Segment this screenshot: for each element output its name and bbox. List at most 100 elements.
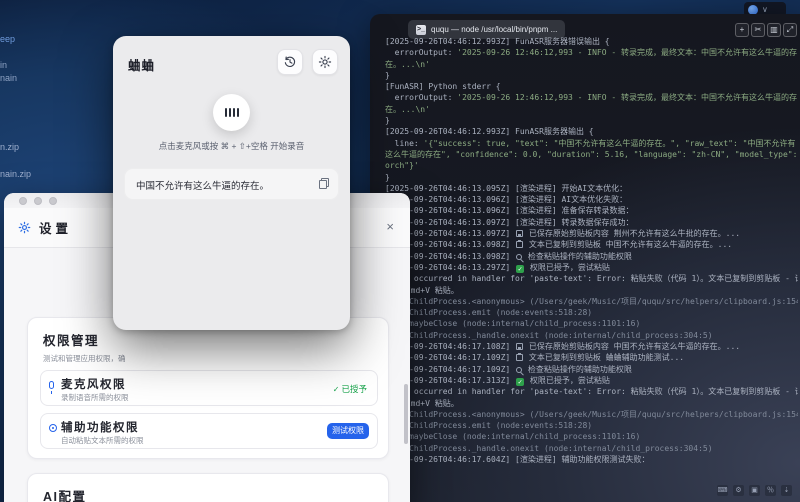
terminal-log-line: } <box>385 70 390 80</box>
terminal-window: >_ ququ — node /usr/local/bin/pnpm ... +… <box>370 14 800 502</box>
desktop-text-fragment: in <box>0 60 8 70</box>
check-icon: ✓ <box>332 385 340 394</box>
terminal-log-line: [2025-09-26T04:46:13.297Z] 权限已授予，尝试粘贴 <box>385 262 798 273</box>
terminal-log-line: at ChildProcess.<anonymous> (/Users/geek… <box>385 409 798 419</box>
terminal-log-line: [FunASR] Python stderr { <box>385 82 501 92</box>
permissions-title: 权限管理 <box>43 334 100 348</box>
test-permission-button[interactable]: 测试权限 <box>327 423 369 439</box>
permission-row-title: 麦克风权限 <box>61 379 126 391</box>
chk-emoji-icon <box>516 377 525 386</box>
desktop: eep in nain n.zip nain.zip ∨ >_ ququ — node … <box>0 0 800 502</box>
terminal-log-line: Error occurred in handler for 'paste-tex… <box>385 274 798 284</box>
terminal-log-line: at ChildProcess._handle.onexit (node:int… <box>385 330 713 340</box>
history-icon <box>284 56 296 68</box>
chk-emoji-icon <box>516 264 525 273</box>
terminal-log-line: [2025-09-26T04:46:13.098Z] 文本已复制到剪贴板 中国不… <box>385 240 733 250</box>
terminal-log-line: orch"}' <box>385 161 419 171</box>
terminal-log-line: at ChildProcess.emit (node:events:518:28… <box>385 421 593 431</box>
accessibility-icon <box>49 424 57 432</box>
blue-status-circle-icon <box>748 4 758 15</box>
permissions-card: 权限管理 测试和管理应用权限，确 麦克风权限 录制语音所需的权限 ✓ 已授予 辅助… <box>27 317 389 459</box>
settings-button[interactable] <box>312 49 338 75</box>
terminal-log-line: [2025-09-26T04:46:13.098Z] 检查粘贴操作的辅助功能权限 <box>385 251 632 261</box>
terminal-log-line: [2025-09-26T04:46:12.993Z] FunASR服务器输出 { <box>385 127 594 137</box>
granted-status-badge: ✓ 已授予 <box>332 384 367 394</box>
clip-emoji-icon <box>516 353 524 362</box>
zoom-traffic-light[interactable] <box>49 196 57 205</box>
terminal-log-line: [2025-09-26T04:46:17.108Z] 已保存原始剪贴板内容 中国… <box>385 342 741 352</box>
terminal-log-line: 这么牛逼的存在", "confidence": 0.0, "duration":… <box>385 149 798 159</box>
terminal-log-line: [2025-09-26T04:46:13.095Z] [渲染进程] 开始AI文本… <box>385 183 628 193</box>
ai-config-card: AI配置 配置AI模型以优化和增强语音识别结果。如果API Key无效或未填写，… <box>27 473 389 502</box>
terminal-log-line: line: '{"success": true, "text": "中国不允许有… <box>385 138 796 148</box>
record-button[interactable] <box>213 94 250 131</box>
permission-row-title: 辅助功能权限 <box>61 422 139 434</box>
terminal-log-line: [2025-09-26T04:46:12.993Z] FunASR服务器错误输出… <box>385 37 610 46</box>
expand-button[interactable]: ⤢ <box>783 23 797 37</box>
terminal-log-line: 在。...\n' <box>385 104 430 114</box>
terminal-log-line: [2025-09-26T04:46:13.096Z] [渲染进程] AI文本优化… <box>385 195 628 205</box>
settings-title: 设置 <box>39 222 73 236</box>
permission-row-subtitle: 录制语音所需的权限 <box>61 393 129 402</box>
terminal-log-line: at ChildProcess.emit (node:events:518:28… <box>385 308 593 318</box>
terminal-log-line: } <box>385 172 390 182</box>
terminal-log-line: at maybeClose (node:internal/child_proce… <box>385 319 641 329</box>
terminal-log-line: 使用 Cmd+V 粘贴。 <box>385 285 459 295</box>
terminal-log-line: [2025-09-26T04:46:13.097Z] [渲染进程] 转录数据保存… <box>385 217 634 227</box>
terminal-status-bar: ⌨ ⚙ ▣ ％ ⇣ <box>717 485 792 496</box>
permissions-subtitle: 测试和管理应用权限，确 <box>43 354 126 363</box>
ququ-popup-window: 蛐蛐 点击麦克风或按 ⌘ + ⇧+空格 开始录音 中国不允许有这么牛逼的存在。 <box>113 36 350 330</box>
clear-button[interactable]: ✂ <box>751 23 765 37</box>
terminal-log-line: errorOutput: '2025-09-26 12:46:12,993 - … <box>385 93 798 103</box>
desktop-text-fragment: eep <box>0 34 16 44</box>
microphone-icon <box>49 381 54 394</box>
terminal-toolbar: + ✂ ▥ ⤢ <box>735 23 797 37</box>
cpu-status-icon[interactable]: ％ <box>765 485 776 496</box>
terminal-log-line: [2025-09-26T04:46:17.109Z] 检查粘贴操作的辅助功能权限 <box>385 364 632 374</box>
terminal-log-line: [2025-09-26T04:46:13.096Z] [渲染进程] 准备保存转录… <box>385 206 634 216</box>
settings-status-icon[interactable]: ⚙ <box>733 485 744 496</box>
terminal-tab-title: ququ — node /usr/local/bin/pnpm ... <box>431 25 558 34</box>
close-icon[interactable]: × <box>386 220 394 233</box>
mag-emoji-icon <box>516 253 523 260</box>
terminal-app-icon: >_ <box>416 24 426 35</box>
input-method-icon[interactable]: ⌨ <box>717 485 728 496</box>
terminal-log-line: [2025-09-26T04:46:17.109Z] 文本已复制到剪贴板 蛐蛐辅… <box>385 353 685 363</box>
copy-icon[interactable] <box>319 178 329 189</box>
desktop-text-fragment: n.zip <box>0 142 20 152</box>
waveform-bars-icon <box>224 108 227 117</box>
gear-icon <box>318 55 332 69</box>
terminal-log-line: [2025-09-26T04:46:17.604Z] [渲染进程] 辅助功能权限… <box>385 454 650 464</box>
desktop-text-fragment: nain <box>0 73 18 83</box>
terminal-log-line: Error occurred in handler for 'paste-tex… <box>385 387 798 397</box>
terminal-log-line: 在。...\n' <box>385 59 430 69</box>
transcription-text: 中国不允许有这么牛逼的存在。 <box>136 181 270 192</box>
chevron-down-icon: ∨ <box>762 4 768 14</box>
terminal-log-line: at maybeClose (node:internal/child_proce… <box>385 432 641 442</box>
record-hint-text: 点击麦克风或按 ⌘ + ⇧+空格 开始录音 <box>158 141 305 151</box>
minimize-traffic-light[interactable] <box>34 196 42 205</box>
split-pane-button[interactable]: ▥ <box>767 23 781 37</box>
settings-scrollbar[interactable] <box>404 384 408 444</box>
pane-status-icon[interactable]: ▣ <box>749 485 760 496</box>
terminal-log-line: } <box>385 116 390 126</box>
clip-emoji-icon <box>516 240 524 249</box>
save-emoji-icon <box>516 343 524 351</box>
terminal-log-line: 使用 Cmd+V 粘贴。 <box>385 398 459 408</box>
terminal-log-line: at ChildProcess.<anonymous> (/Users/geek… <box>385 296 798 306</box>
history-button[interactable] <box>277 49 303 75</box>
close-traffic-light[interactable] <box>19 196 27 205</box>
new-tab-button[interactable]: + <box>735 23 749 37</box>
transcription-result-box: 中国不允许有这么牛逼的存在。 <box>124 168 339 200</box>
mag-emoji-icon <box>516 366 523 373</box>
save-emoji-icon <box>516 230 524 238</box>
microphone-permission-row[interactable]: 麦克风权限 录制语音所需的权限 ✓ 已授予 <box>40 370 378 406</box>
terminal-log-line: [2025-09-26T04:46:17.313Z] 权限已授予，尝试粘贴 <box>385 375 798 386</box>
terminal-log[interactable]: [2025-09-26T04:46:12.993Z] FunASR服务器错误输出… <box>385 36 798 478</box>
permission-row-subtitle: 自动粘贴文本所需的权限 <box>61 436 144 445</box>
terminal-log-line: at ChildProcess._handle.onexit (node:int… <box>385 443 713 453</box>
desktop-text-fragment: nain.zip <box>0 169 32 179</box>
accessibility-permission-row[interactable]: 辅助功能权限 自动粘贴文本所需的权限 测试权限 <box>40 413 378 449</box>
download-status-icon[interactable]: ⇣ <box>781 485 792 496</box>
gear-icon <box>18 221 31 234</box>
